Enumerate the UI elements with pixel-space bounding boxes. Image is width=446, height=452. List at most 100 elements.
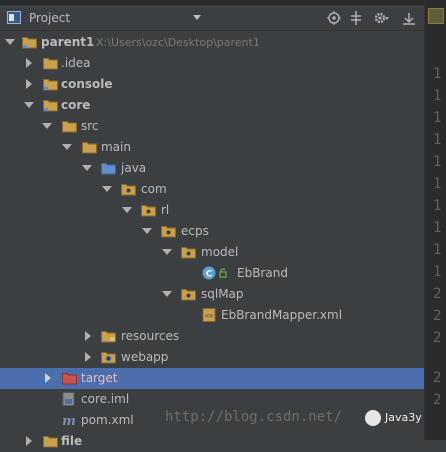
tree-label: java [121, 161, 147, 175]
line-number: 1 [433, 154, 442, 170]
folder-icon [82, 142, 97, 154]
wechat-icon [365, 410, 381, 426]
expand-arrow-icon[interactable] [162, 291, 172, 297]
expand-arrow-icon[interactable] [26, 58, 32, 68]
brand-name: Java3y [385, 411, 422, 424]
tree-row-java[interactable]: java [0, 158, 424, 179]
folder-icon [22, 37, 37, 49]
line-number: 1 [433, 220, 442, 236]
folder-icon [43, 100, 58, 112]
line-number: 1 [433, 88, 442, 104]
tree-row-ebbrand[interactable]: C EbBrand [0, 263, 424, 284]
tree-row-ecps[interactable]: ecps [0, 221, 424, 242]
folder-icon [101, 352, 116, 364]
expand-arrow-icon[interactable] [45, 373, 51, 383]
tree-row-main[interactable]: main [0, 137, 424, 158]
tree-label: EbBrand [237, 266, 288, 280]
tree-row-console[interactable]: console [0, 74, 424, 95]
folder-icon [43, 79, 58, 91]
line-number: 1 [433, 110, 442, 126]
tree-row-coreiml[interactable]: core.iml [0, 389, 424, 410]
tree-row-sqlmap[interactable]: sqlMap [0, 284, 424, 305]
collapse-icon[interactable] [348, 10, 364, 26]
tree-row-core[interactable]: core [0, 95, 424, 116]
editor-tab[interactable] [428, 8, 444, 24]
brand-badge: Java3y [365, 410, 425, 426]
folder-icon [101, 331, 116, 343]
tree-label: parent1 [41, 35, 95, 49]
package-icon [181, 247, 196, 259]
line-number: 2 [433, 286, 442, 302]
line-number: 2 [433, 308, 442, 324]
tree-label: .idea [61, 56, 91, 70]
line-number: 2 [433, 330, 442, 346]
expand-arrow-icon[interactable] [85, 352, 91, 362]
tree-label: webapp [121, 350, 169, 364]
tree-label: ecps [181, 224, 209, 238]
tree-label: src [81, 119, 99, 133]
tree-label: core [61, 98, 91, 112]
svg-text:<>: <> [205, 312, 213, 320]
tree-row-rl[interactable]: rl [0, 200, 424, 221]
line-number: 2 [433, 370, 442, 386]
maven-icon: m [62, 414, 76, 427]
tree-label: model [201, 245, 239, 259]
xml-file-icon: <> [202, 308, 216, 322]
package-icon [181, 289, 196, 301]
tree-label: core.iml [81, 392, 130, 406]
dropdown-icon[interactable] [193, 15, 201, 20]
tree-label: console [61, 77, 113, 91]
hide-icon[interactable] [401, 10, 417, 26]
tree-label: sqlMap [201, 287, 244, 301]
tree-label: com [141, 182, 167, 196]
line-number: 1 [433, 132, 442, 148]
tree-row-files[interactable]: file [0, 431, 424, 452]
svg-text:m: m [62, 414, 76, 427]
line-number: 1 [433, 66, 442, 82]
gear-icon[interactable] [373, 10, 389, 26]
panel-title[interactable]: Project [29, 11, 70, 25]
tree-row-parent1[interactable]: parent1 X:\Users\ozc\Desktop\parent1 [0, 32, 424, 53]
expand-arrow-icon[interactable] [82, 165, 92, 171]
package-icon [161, 226, 176, 238]
expand-arrow-icon[interactable] [5, 39, 15, 45]
expand-arrow-icon[interactable] [42, 123, 52, 129]
line-number: 2 [433, 392, 442, 408]
expand-arrow-icon[interactable] [26, 436, 32, 446]
expand-arrow-icon[interactable] [85, 331, 91, 341]
project-path: X:\Users\ozc\Desktop\parent1 [96, 36, 260, 49]
expand-arrow-icon[interactable] [142, 228, 152, 234]
tree-row-com[interactable]: com [0, 179, 424, 200]
expand-arrow-icon[interactable] [24, 102, 34, 108]
expand-arrow-icon[interactable] [26, 79, 32, 89]
editor-gutter: 1 1 1 1 1 1 1 1 1 1 2 2 2 2 2 [424, 0, 446, 440]
expand-arrow-icon[interactable] [62, 144, 72, 150]
line-number: 1 [433, 242, 442, 258]
package-icon [121, 184, 136, 196]
tree-row-target[interactable]: target [0, 368, 424, 389]
project-toolbar: Project [0, 5, 424, 31]
expand-arrow-icon[interactable] [102, 186, 112, 192]
tree-row-idea[interactable]: .idea [0, 53, 424, 74]
line-number: 1 [433, 176, 442, 192]
tree-row-model[interactable]: model [0, 242, 424, 263]
line-number: 1 [433, 264, 442, 280]
folder-icon [43, 436, 58, 448]
tree-row-webapp[interactable]: webapp [0, 347, 424, 368]
line-number: 1 [433, 198, 442, 214]
folder-icon [62, 373, 77, 385]
locate-icon[interactable] [326, 10, 342, 26]
tree-label: target [81, 371, 118, 385]
source-folder-icon [101, 163, 116, 175]
watermark-url: http://blog.csdn.net/ [165, 409, 343, 425]
tree-row-resources[interactable]: resources [0, 326, 424, 347]
expand-arrow-icon[interactable] [122, 207, 132, 213]
tree-label: main [101, 140, 131, 154]
tree-row-src[interactable]: src [0, 116, 424, 137]
expand-arrow-icon[interactable] [162, 249, 172, 255]
folder-icon [62, 121, 77, 133]
project-tree: parent1 X:\Users\ozc\Desktop\parent1 .id… [0, 32, 424, 448]
iml-file-icon [62, 392, 75, 406]
tree-row-mapper[interactable]: <> EbBrandMapper.xml [0, 305, 424, 326]
tree-label: file [61, 434, 83, 448]
